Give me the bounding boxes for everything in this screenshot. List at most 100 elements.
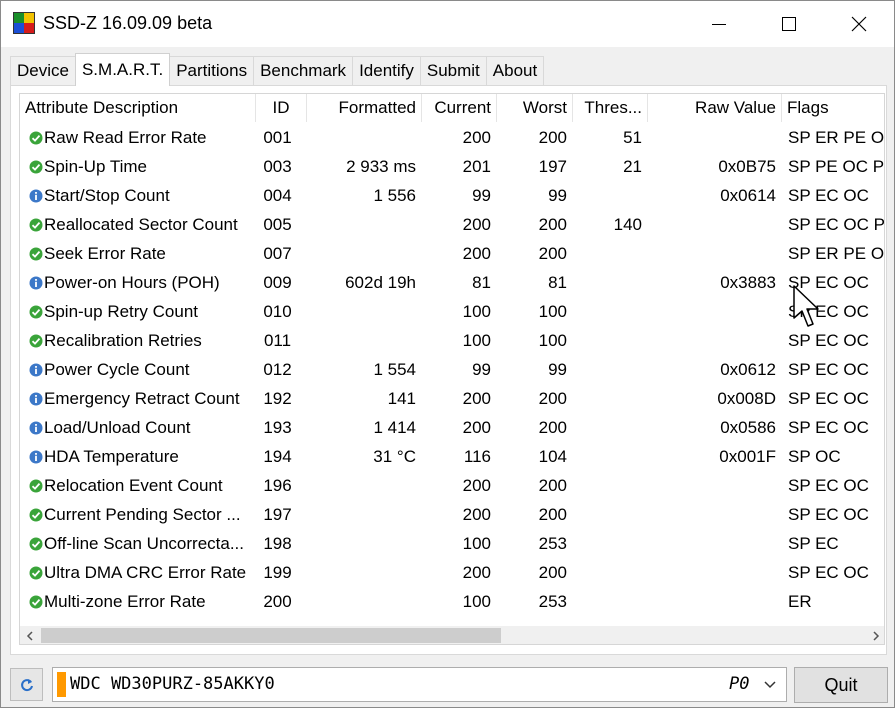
raw-value (648, 529, 782, 558)
table-row[interactable]: Spin-Up Time 003 2 933 ms 201 197 21 0x0B75 SP … (20, 152, 885, 181)
smart-tab-panel: Attribute Description ID Formatted Curre… (10, 85, 887, 655)
table-row[interactable]: Reallocated Sector Count 005 200 200 140 SP E… (20, 210, 884, 239)
current-value: 100 (462, 592, 491, 611)
tab-benchmark[interactable]: Benchmark (253, 56, 354, 85)
tab-submit[interactable]: Submit (419, 56, 487, 85)
status-ok-icon (29, 537, 43, 551)
raw-value (648, 587, 782, 616)
status-info-icon (29, 450, 43, 464)
attribute-id: 192 (263, 389, 292, 408)
threshold-value (573, 442, 648, 471)
flags-value: SP ER PE OC (788, 244, 885, 263)
refresh-button[interactable] (10, 668, 43, 701)
attribute-id: 012 (263, 360, 292, 379)
chevron-down-icon[interactable] (764, 680, 776, 690)
worst-value: 253 (538, 534, 567, 553)
table-header: Attribute Description ID Formatted Curre… (20, 94, 884, 122)
scroll-right-icon[interactable] (866, 626, 884, 644)
minimize-icon (712, 23, 726, 25)
flags-value: SP ER PE OC (788, 128, 885, 147)
header-id[interactable]: ID (256, 94, 307, 122)
tab-s-m-a-r-t[interactable]: S.M.A.R.T. (74, 53, 171, 86)
formatted-value (308, 326, 422, 355)
current-value: 99 (472, 186, 491, 205)
table-row[interactable]: Relocation Event Count 196 200 200 SP EC OC (20, 471, 884, 500)
tab-identify[interactable]: Identify (352, 56, 421, 85)
horizontal-scrollbar[interactable] (20, 626, 884, 644)
threshold-value (573, 500, 648, 529)
attribute-id: 010 (263, 302, 292, 321)
smart-table[interactable]: Attribute Description ID Formatted Curre… (19, 93, 885, 645)
table-row[interactable]: Seek Error Rate 007 200 200 SP ER PE OC (20, 239, 885, 268)
attribute-name: Raw Read Error Rate (44, 128, 207, 147)
status-info-icon (29, 392, 43, 406)
status-ok-icon (29, 218, 43, 232)
table-row[interactable]: Current Pending Sector ... 197 200 200 SP EC… (20, 500, 884, 529)
maximize-button[interactable] (754, 1, 824, 47)
current-value: 200 (462, 128, 491, 147)
quit-button[interactable]: Quit (794, 667, 888, 703)
table-row[interactable]: Power-on Hours (POH) 009 602d 19h 81 81 0x388… (20, 268, 884, 297)
raw-value (648, 123, 782, 152)
scrollbar-thumb[interactable] (41, 628, 501, 643)
flags-value: ER (788, 592, 812, 611)
raw-value (648, 558, 782, 587)
formatted-value: 1 414 (373, 418, 416, 437)
raw-value (648, 210, 782, 239)
tab-about[interactable]: About (485, 56, 545, 85)
flags-value: SP EC (788, 534, 839, 553)
window-title: SSD-Z 16.09.09 beta (43, 13, 213, 33)
table-row[interactable]: Power Cycle Count 012 1 554 99 99 0x0612 SP EC… (20, 355, 884, 384)
header-formatted[interactable]: Formatted (307, 94, 422, 122)
table-row[interactable]: Raw Read Error Rate 001 200 200 51 SP ER PE O… (20, 123, 885, 152)
table-row[interactable]: Spin-up Retry Count 010 100 100 SP EC OC (20, 297, 884, 326)
flags-value: SP EC OC (788, 476, 869, 495)
flags-value: SP PE OC PW (788, 157, 885, 176)
threshold-value (573, 181, 648, 210)
table-row[interactable]: Emergency Retract Count 192 141 200 200 0x008… (20, 384, 884, 413)
threshold-value: 140 (613, 215, 642, 234)
attribute-name: Seek Error Rate (44, 244, 166, 263)
tab-partitions[interactable]: Partitions (169, 56, 255, 85)
table-row[interactable]: Recalibration Retries 011 100 100 SP EC OC (20, 326, 884, 355)
header-worst[interactable]: Worst (497, 94, 573, 122)
status-ok-icon (29, 566, 43, 580)
formatted-value: 141 (387, 389, 416, 408)
attribute-id: 199 (263, 563, 292, 582)
header-current[interactable]: Current (422, 94, 497, 122)
header-attribute[interactable]: Attribute Description (20, 94, 256, 122)
table-row[interactable]: Multi-zone Error Rate 200 100 253 ER (20, 587, 884, 616)
table-row[interactable]: Off-line Scan Uncorrecta... 198 100 253 SP E… (20, 529, 884, 558)
attribute-name: Emergency Retract Count (44, 389, 240, 408)
header-threshold[interactable]: Thres... (573, 94, 648, 122)
threshold-value (573, 384, 648, 413)
header-flags[interactable]: Flags (782, 94, 884, 122)
worst-value: 100 (538, 331, 567, 350)
attribute-id: 007 (263, 244, 292, 263)
maximize-icon (782, 17, 796, 31)
attribute-name: Current Pending Sector ... (44, 505, 241, 524)
table-row[interactable]: HDA Temperature 194 31 °C 116 104 0x001F SP OC (20, 442, 884, 471)
table-body: Raw Read Error Rate 001 200 200 51 SP ER PE O… (20, 123, 885, 616)
worst-value: 200 (538, 389, 567, 408)
table-row[interactable]: Start/Stop Count 004 1 556 99 99 0x0614 SP EC … (20, 181, 884, 210)
attribute-id: 196 (263, 476, 292, 495)
threshold-value: 51 (623, 128, 642, 147)
tab-device[interactable]: Device (10, 56, 76, 85)
table-row[interactable]: Ultra DMA CRC Error Rate 199 200 200 SP EC O… (20, 558, 884, 587)
threshold-value (573, 326, 648, 355)
drive-dropdown[interactable]: WDC WD30PURZ-85AKKY0 P0 (52, 667, 787, 702)
raw-value (648, 471, 782, 500)
table-row[interactable]: Load/Unload Count 193 1 414 200 200 0x0586 SP … (20, 413, 884, 442)
header-raw-value[interactable]: Raw Value (648, 94, 782, 122)
status-ok-icon (29, 131, 43, 145)
scroll-left-icon[interactable] (20, 626, 40, 644)
tab-strip: Device S.M.A.R.T. Partitions Benchmark Ident… (10, 53, 545, 86)
minimize-button[interactable] (684, 1, 754, 47)
worst-value: 200 (538, 563, 567, 582)
current-value: 200 (462, 215, 491, 234)
worst-value: 200 (538, 215, 567, 234)
worst-value: 104 (538, 447, 567, 466)
worst-value: 100 (538, 302, 567, 321)
close-button[interactable] (824, 1, 894, 47)
